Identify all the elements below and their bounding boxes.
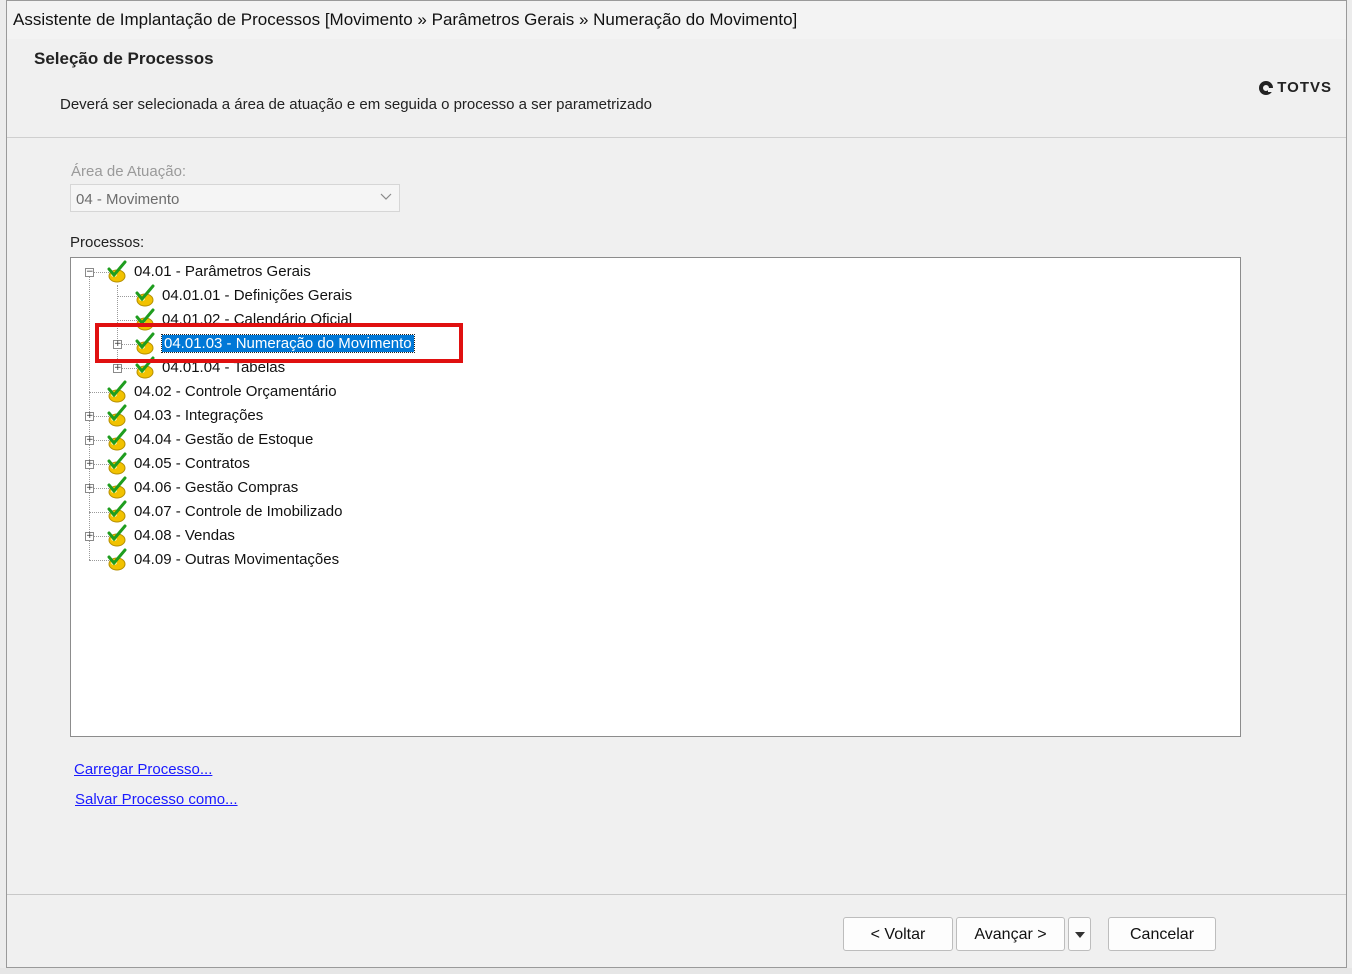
- tree-node-2[interactable]: 04.01.01 - Definições Gerais: [162, 287, 352, 304]
- process-status-icon: [105, 500, 129, 524]
- expand-icon[interactable]: +: [85, 532, 94, 541]
- process-status-icon: [105, 428, 129, 452]
- area-select-value: 04 - Movimento: [76, 191, 180, 208]
- window-title: Assistente de Implantação de Processos […: [13, 10, 798, 29]
- expand-icon[interactable]: +: [85, 484, 94, 493]
- chevron-down-icon: [380, 193, 392, 200]
- area-label: Área de Atuação:: [71, 163, 187, 180]
- expand-icon[interactable]: +: [113, 364, 122, 373]
- wizard-dialog: Assistente de Implantação de Processos […: [6, 0, 1347, 968]
- wizard-header: Seleção de Processos Deverá ser selecion…: [7, 39, 1346, 138]
- process-status-icon: [105, 548, 129, 572]
- tree-node-7[interactable]: 04.03 - Integrações: [134, 407, 263, 424]
- area-select[interactable]: 04 - Movimento: [70, 184, 400, 212]
- process-status-icon: [105, 260, 129, 284]
- tree-node-8[interactable]: 04.04 - Gestão de Estoque: [134, 431, 313, 448]
- tree-node-11[interactable]: 04.07 - Controle de Imobilizado: [134, 503, 342, 520]
- page-description: Deverá ser selecionada a área de atuação…: [60, 96, 653, 113]
- page-heading: Seleção de Processos: [34, 49, 214, 68]
- tree-node-10[interactable]: 04.06 - Gestão Compras: [134, 479, 298, 496]
- tree-node-1[interactable]: 04.01 - Parâmetros Gerais: [134, 263, 311, 280]
- save-process-link[interactable]: Salvar Processo como...: [75, 791, 238, 808]
- totvs-logo: TOTVS: [1259, 79, 1332, 96]
- tree-node-9[interactable]: 04.05 - Contratos: [134, 455, 250, 472]
- load-process-link[interactable]: Carregar Processo...: [74, 761, 212, 778]
- highlight-annotation-box: [95, 323, 463, 363]
- cancel-button[interactable]: Cancelar: [1108, 917, 1216, 951]
- next-dropdown-button[interactable]: [1068, 917, 1091, 951]
- process-status-icon: [105, 452, 129, 476]
- expand-icon[interactable]: +: [85, 412, 94, 421]
- tree-node-12[interactable]: 04.08 - Vendas: [134, 527, 235, 544]
- processes-label: Processos:: [70, 234, 145, 251]
- process-status-icon: [105, 524, 129, 548]
- process-status-icon: [133, 284, 157, 308]
- title-bar[interactable]: Assistente de Implantação de Processos […: [7, 1, 1346, 40]
- process-status-icon: [105, 380, 129, 404]
- back-button[interactable]: < Voltar: [843, 917, 953, 951]
- next-button[interactable]: Avançar >: [956, 917, 1065, 951]
- expand-icon[interactable]: +: [85, 460, 94, 469]
- collapse-icon[interactable]: −: [85, 268, 94, 277]
- background-app-bottom: [0, 968, 1352, 974]
- logo-text: TOTVS: [1277, 79, 1332, 96]
- process-status-icon: [105, 476, 129, 500]
- tree-node-13[interactable]: 04.09 - Outras Movimentações: [134, 551, 339, 568]
- logo-ring-icon: [1259, 80, 1274, 95]
- footer-divider: [7, 894, 1346, 895]
- process-status-icon: [105, 404, 129, 428]
- expand-icon[interactable]: +: [85, 436, 94, 445]
- tree-node-6[interactable]: 04.02 - Controle Orçamentário: [134, 383, 337, 400]
